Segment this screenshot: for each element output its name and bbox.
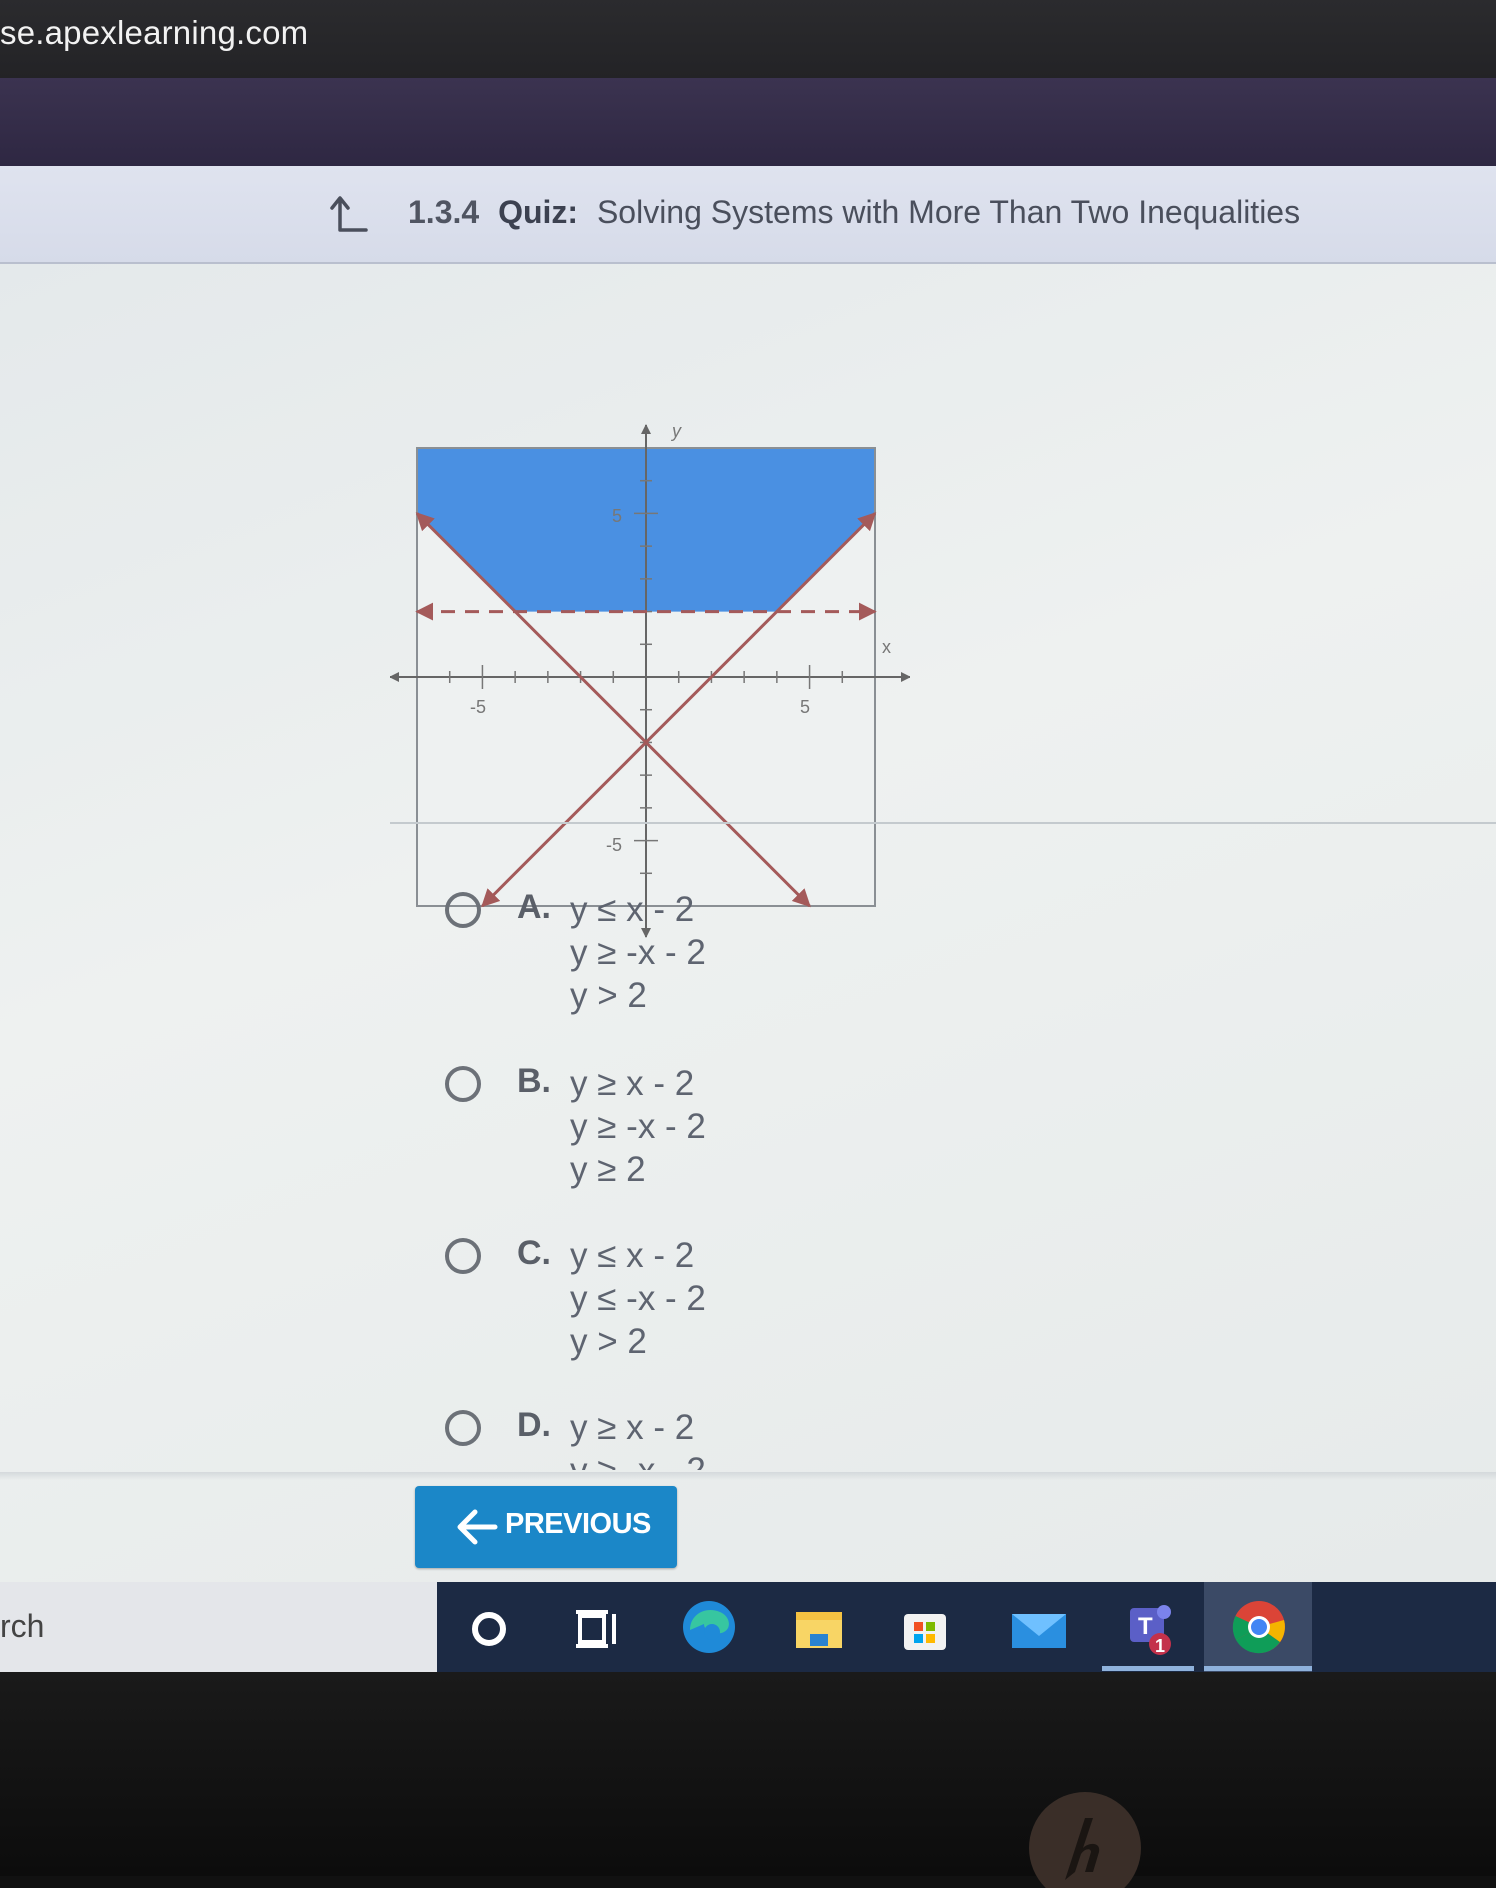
cortana-icon[interactable]: [462, 1602, 516, 1656]
tick-label-x-neg: -5: [470, 697, 486, 717]
option-letter: A.: [517, 888, 551, 926]
inequality-line: y ≥ -x - 2: [570, 1449, 706, 1470]
quiz-tag: Quiz:: [498, 194, 579, 230]
option-letter: D.: [517, 1410, 551, 1444]
site-header-band: [0, 78, 1496, 166]
inequality-line: y ≤ x - 2: [570, 1236, 695, 1275]
inequality-line: y > 2: [570, 1322, 647, 1361]
scroll-edge: [0, 1472, 1496, 1480]
windows-taskbar: rch T 1: [0, 1582, 1496, 1672]
browser-address-bar[interactable]: se.apexlearning.com: [0, 0, 1496, 78]
arrow-left-icon: [457, 1509, 498, 1545]
radio-button-b[interactable]: [445, 1066, 481, 1102]
x-axis-label: x: [882, 637, 891, 657]
quiz-page: 1.3.4 Quiz: Solving Systems with More Th…: [0, 166, 1496, 1582]
quiz-title: 1.3.4 Quiz: Solving Systems with More Th…: [408, 194, 1300, 231]
option-d[interactable]: D. y ≥ x - 2 y ≥ -x - 2: [445, 1410, 845, 1470]
teams-icon[interactable]: T 1: [1116, 1598, 1180, 1658]
option-letter: C.: [517, 1234, 551, 1272]
radio-button-a[interactable]: [445, 892, 481, 928]
inequality-line: y ≥ -x - 2: [570, 1107, 706, 1146]
previous-button[interactable]: PREVIOUS: [415, 1486, 677, 1568]
quiz-number: 1.3.4: [408, 194, 480, 230]
url-text[interactable]: se.apexlearning.com: [0, 14, 308, 52]
previous-label: PREVIOUS: [505, 1508, 651, 1540]
inequality-line: y ≥ x - 2: [570, 1064, 695, 1103]
inequality-line: y ≥ x - 2: [570, 1410, 695, 1447]
hp-logo-icon: [1029, 1792, 1141, 1888]
task-view-icon[interactable]: [570, 1602, 624, 1656]
tick-label-x-pos: 5: [800, 697, 810, 717]
svg-text:T: T: [1138, 1613, 1153, 1640]
divider: [390, 822, 1496, 824]
edge-icon[interactable]: [680, 1598, 738, 1656]
inequality-line: y ≤ -x - 2: [570, 1279, 706, 1318]
up-arrow-icon[interactable]: [330, 192, 370, 236]
store-icon[interactable]: [898, 1602, 952, 1656]
chrome-icon[interactable]: [1230, 1598, 1288, 1656]
option-letter: B.: [517, 1062, 551, 1100]
inequality-line: y ≥ 2: [570, 1150, 646, 1189]
teams-badge-count: 1: [1155, 1636, 1165, 1656]
option-inequalities: y ≤ x - 2 y ≤ -x - 2 y > 2: [570, 1234, 706, 1363]
inequality-graph: x y -5 5 5 -5: [390, 421, 910, 938]
mail-icon[interactable]: [1008, 1602, 1070, 1656]
tick-label-y-pos: 5: [612, 506, 622, 526]
teams-active-indicator: [1102, 1666, 1194, 1671]
option-inequalities: y ≤ x - 2 y ≥ -x - 2 y > 2: [570, 888, 706, 1017]
option-inequalities: y ≥ x - 2 y ≥ -x - 2: [570, 1410, 706, 1470]
laptop-bezel: [0, 1672, 1496, 1888]
inequality-line: y ≥ -x - 2: [570, 933, 706, 972]
y-axis-label: y: [670, 421, 682, 441]
quiz-name: Solving Systems with More Than Two Inequ…: [596, 194, 1301, 230]
option-inequalities: y ≥ x - 2 y ≥ -x - 2 y ≥ 2: [570, 1062, 706, 1191]
inequality-line: y > 2: [570, 976, 647, 1015]
taskbar-search[interactable]: rch: [0, 1582, 437, 1672]
inequality-line: y ≤ x - 2: [570, 890, 695, 929]
search-text[interactable]: rch: [0, 1608, 44, 1645]
tick-label-y-neg: -5: [606, 835, 622, 855]
quiz-header: 1.3.4 Quiz: Solving Systems with More Th…: [0, 166, 1496, 264]
radio-button-c[interactable]: [445, 1238, 481, 1274]
file-explorer-icon[interactable]: [792, 1602, 846, 1656]
chrome-active-indicator: [1204, 1666, 1312, 1671]
radio-button-d[interactable]: [445, 1410, 481, 1446]
